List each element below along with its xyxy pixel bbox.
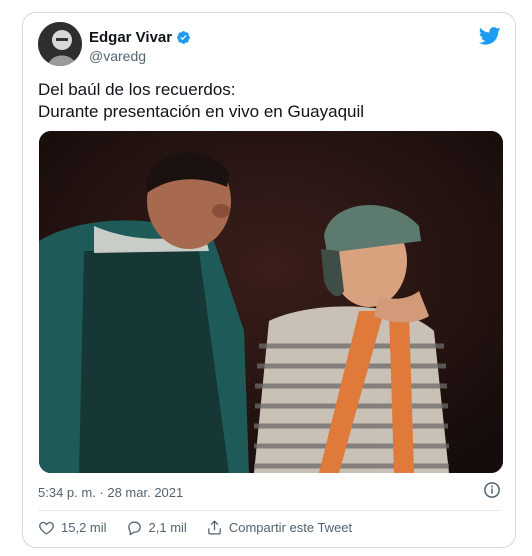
like-button[interactable]: 15,2 mil [38, 519, 107, 536]
tweet-card[interactable]: Edgar Vivar @varedg Del baúl de los recu… [22, 12, 516, 548]
verified-badge-icon [177, 31, 191, 44]
avatar-image [38, 22, 82, 66]
stage-performance-photo [39, 131, 503, 473]
avatar[interactable] [38, 22, 82, 66]
info-icon[interactable] [483, 481, 501, 499]
tweet-text-line: Durante presentación en vivo en Guayaqui… [38, 102, 365, 121]
reply-button[interactable]: 2,1 mil [126, 519, 187, 536]
tweet-text: Del baúl de los recuerdos: Durante prese… [38, 79, 498, 123]
reply-bubble-icon [127, 521, 141, 536]
author-handle[interactable]: @varedg [89, 48, 146, 64]
tweet-actions: 15,2 mil 2,1 mil Compartir este Tweet [38, 519, 371, 536]
tweet-text-line: Del baúl de los recuerdos: [38, 80, 236, 99]
heart-icon [39, 521, 54, 535]
reply-count: 2,1 mil [148, 520, 187, 535]
share-label: Compartir este Tweet [228, 520, 353, 535]
share-button[interactable]: Compartir este Tweet [206, 519, 352, 536]
author-name-row[interactable]: Edgar Vivar [89, 29, 191, 46]
share-icon [208, 520, 221, 535]
like-count: 15,2 mil [61, 520, 107, 535]
tweet-photo[interactable] [39, 131, 503, 473]
author-name[interactable]: Edgar Vivar [89, 29, 172, 46]
twitter-bird-icon[interactable] [479, 25, 501, 47]
divider [38, 510, 500, 511]
tweet-timestamp[interactable]: 5:34 p. m. · 28 mar. 2021 [38, 485, 183, 500]
